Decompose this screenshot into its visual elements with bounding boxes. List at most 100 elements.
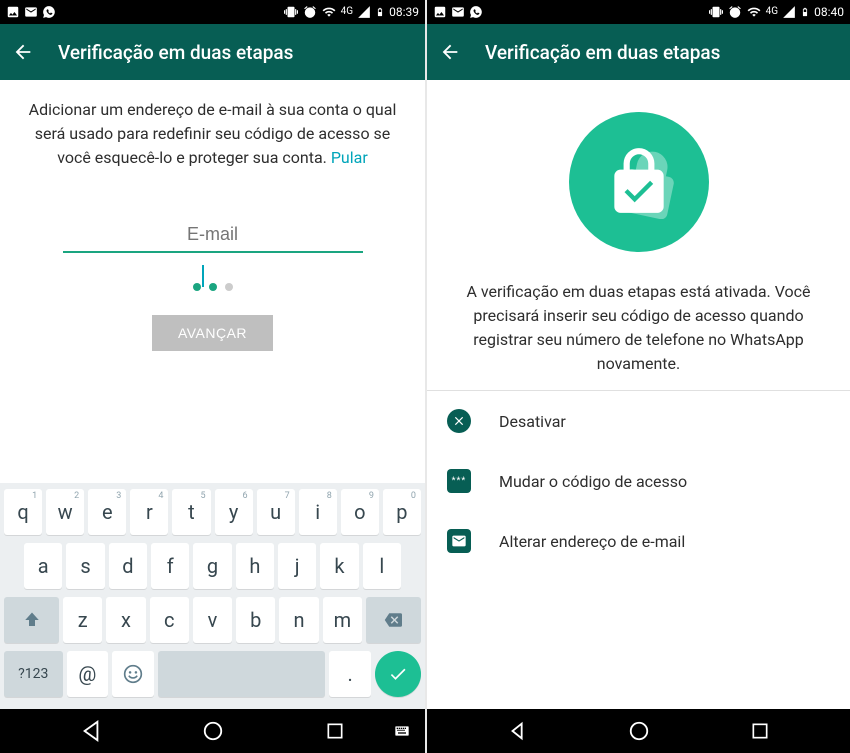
back-arrow-icon[interactable] <box>12 41 34 63</box>
keyboard-row-4: ?123 @ . <box>4 651 421 697</box>
key-a[interactable]: a <box>24 543 62 589</box>
key-p[interactable]: p0 <box>383 489 421 535</box>
screen-two-step-enabled: 4G 08:40 Verificação em duas etapas A ve… <box>425 0 850 753</box>
option-disable[interactable]: Desativar <box>427 391 850 451</box>
skip-link[interactable]: Pular <box>331 148 368 167</box>
signal-icon <box>782 5 796 19</box>
key-l[interactable]: l <box>363 543 401 589</box>
emoji-key[interactable] <box>112 651 154 697</box>
battery-icon <box>800 5 810 19</box>
network-text: 4G <box>341 7 353 17</box>
key-w[interactable]: w2 <box>46 489 84 535</box>
option-label: Alterar endereço de e-mail <box>499 532 685 551</box>
key-b[interactable]: b <box>236 597 275 643</box>
status-time: 08:39 <box>389 5 419 19</box>
nav-keyboard-icon[interactable] <box>391 723 413 739</box>
key-c[interactable]: c <box>150 597 189 643</box>
key-d[interactable]: d <box>109 543 147 589</box>
enter-key[interactable] <box>375 651 421 697</box>
soft-keyboard: q1w2e3r4t5y6u7i8o9p0 asdfghjkl zxcvbnm ?… <box>0 483 425 709</box>
key-s[interactable]: s <box>66 543 104 589</box>
whatsapp-icon <box>42 5 56 19</box>
keyboard-row-3: zxcvbnm <box>4 597 421 643</box>
nav-bar <box>427 709 850 753</box>
alarm-icon <box>303 5 317 19</box>
nav-home-icon[interactable] <box>628 720 650 742</box>
description-text: Adicionar um endereço de e-mail à sua co… <box>22 98 403 170</box>
app-bar: Verificação em duas etapas <box>427 24 850 80</box>
email-icon <box>447 529 471 553</box>
page-dots <box>22 283 403 291</box>
option-change-code[interactable]: *** Mudar o código de acesso <box>427 451 850 511</box>
wifi-icon <box>746 5 762 19</box>
key-n[interactable]: n <box>279 597 318 643</box>
key-t[interactable]: t5 <box>172 489 210 535</box>
text-cursor <box>202 265 204 287</box>
gmail-icon <box>24 5 38 19</box>
key-k[interactable]: k <box>320 543 358 589</box>
symbols-key[interactable]: ?123 <box>4 651 63 697</box>
content-area: A verificação em duas etapas está ativad… <box>427 80 850 709</box>
dot <box>225 283 233 291</box>
nav-recent-icon[interactable] <box>750 721 770 741</box>
page-title: Verificação em duas etapas <box>485 41 720 64</box>
email-field[interactable] <box>63 218 363 253</box>
vibrate-icon <box>283 5 299 19</box>
nav-back-icon[interactable] <box>507 720 529 742</box>
nav-bar <box>0 709 425 753</box>
key-h[interactable]: h <box>236 543 274 589</box>
image-icon <box>433 5 447 19</box>
signal-icon <box>357 5 371 19</box>
option-label: Desativar <box>499 412 566 431</box>
enabled-message: A verificação em duas etapas está ativad… <box>427 280 850 376</box>
key-y[interactable]: y6 <box>215 489 253 535</box>
nav-recent-icon[interactable] <box>325 721 345 741</box>
key-m[interactable]: m <box>323 597 362 643</box>
wifi-icon <box>321 5 337 19</box>
back-arrow-icon[interactable] <box>439 41 461 63</box>
key-o[interactable]: o9 <box>341 489 379 535</box>
key-r[interactable]: r4 <box>130 489 168 535</box>
lock-circle-icon <box>569 112 709 252</box>
option-change-email[interactable]: Alterar endereço de e-mail <box>427 511 850 571</box>
key-z[interactable]: z <box>63 597 102 643</box>
shift-key[interactable] <box>4 597 59 643</box>
key-f[interactable]: f <box>151 543 189 589</box>
status-bar: 4G 08:39 <box>0 0 425 24</box>
status-time: 08:40 <box>814 5 844 19</box>
screen-two-step-email: 4G 08:39 Verificação em duas etapas Adic… <box>0 0 425 753</box>
key-i[interactable]: i8 <box>299 489 337 535</box>
network-text: 4G <box>766 7 778 17</box>
nav-back-icon[interactable] <box>80 720 102 742</box>
dot-key[interactable]: . <box>329 651 371 697</box>
app-bar: Verificação em duas etapas <box>0 24 425 80</box>
close-circle-icon <box>447 409 471 433</box>
battery-icon <box>375 5 385 19</box>
key-u[interactable]: u7 <box>257 489 295 535</box>
key-x[interactable]: x <box>106 597 145 643</box>
alarm-icon <box>728 5 742 19</box>
status-bar: 4G 08:40 <box>427 0 850 24</box>
vibrate-icon <box>708 5 724 19</box>
keyboard-row-1: q1w2e3r4t5y6u7i8o9p0 <box>4 489 421 535</box>
at-key[interactable]: @ <box>67 651 109 697</box>
space-key[interactable] <box>158 651 325 697</box>
dot <box>193 283 201 291</box>
gmail-icon <box>451 5 465 19</box>
key-q[interactable]: q1 <box>4 489 42 535</box>
backspace-key[interactable] <box>366 597 421 643</box>
key-e[interactable]: e3 <box>88 489 126 535</box>
password-icon: *** <box>447 469 471 493</box>
key-g[interactable]: g <box>193 543 231 589</box>
key-v[interactable]: v <box>193 597 232 643</box>
advance-button[interactable]: AVANÇAR <box>152 315 273 351</box>
option-label: Mudar o código de acesso <box>499 472 687 491</box>
key-j[interactable]: j <box>278 543 316 589</box>
image-icon <box>6 5 20 19</box>
content-area: Adicionar um endereço de e-mail à sua co… <box>0 80 425 483</box>
whatsapp-icon <box>469 5 483 19</box>
page-title: Verificação em duas etapas <box>58 41 293 64</box>
keyboard-row-2: asdfghjkl <box>4 543 421 589</box>
dot <box>209 283 217 291</box>
nav-home-icon[interactable] <box>202 720 224 742</box>
